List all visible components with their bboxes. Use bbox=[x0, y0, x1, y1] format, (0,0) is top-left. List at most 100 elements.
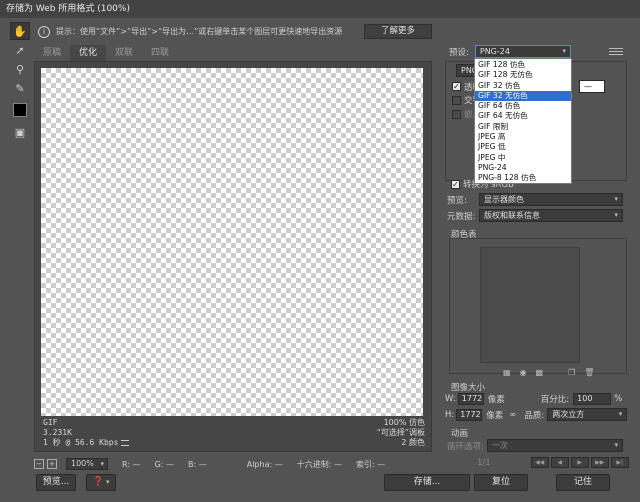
preset-option[interactable]: JPEG 低 bbox=[475, 142, 571, 152]
info-icon: i bbox=[38, 25, 50, 38]
preset-option-selected[interactable]: GIF 32 无仿色 bbox=[475, 90, 571, 102]
status-bar: − + 100% ▾ R: — G: — B: — Alpha: — 十六进制: … bbox=[34, 457, 432, 471]
transparent-canvas[interactable] bbox=[41, 68, 423, 416]
link-icon[interactable]: ∞ bbox=[509, 410, 516, 420]
height-input[interactable]: 1772 bbox=[456, 408, 483, 421]
learn-more-button[interactable]: 了解更多 bbox=[363, 24, 432, 39]
tab-original[interactable]: 原稿 bbox=[34, 45, 70, 61]
chevron-down-icon: ▾ bbox=[103, 478, 110, 486]
hex-readout: 十六进制: — bbox=[296, 459, 342, 469]
optimization-info: GIF 3.231K 1 秒 @ 56.6 Kbps bbox=[43, 418, 130, 448]
chevron-down-icon: ▾ bbox=[100, 460, 104, 468]
hint-bar: i 提示：使用“文件”>“导出”>“导出为…”或右键单击某个图层可更快速地导出资… bbox=[38, 23, 432, 40]
preset-label: 预设: bbox=[449, 47, 469, 58]
optimize-menu-icon[interactable] bbox=[608, 48, 623, 55]
chevron-down-icon: ▾ bbox=[614, 441, 618, 449]
red-readout: R: — bbox=[122, 459, 141, 469]
width-label: W: bbox=[445, 394, 456, 404]
color-count: 2 颜色 bbox=[401, 438, 425, 447]
zoom-select[interactable]: 100% ▾ bbox=[66, 458, 108, 470]
zoom-in-icon[interactable]: + bbox=[47, 459, 57, 469]
palette-info: 100% 仿色 “可选择”调板 2 颜色 bbox=[377, 418, 425, 448]
play-icon[interactable]: ▶ bbox=[570, 457, 589, 468]
preset-option[interactable]: JPEG 高 bbox=[475, 132, 571, 142]
bottom-bar: 预览... ❓ ▾ 存储... 复位 记住 bbox=[0, 474, 640, 498]
color-table-grid[interactable] bbox=[480, 247, 580, 363]
output-format: GIF bbox=[43, 418, 58, 427]
quality-select[interactable]: 两次立方 ▾ bbox=[547, 408, 628, 421]
dither-info: 100% 仿色 bbox=[383, 418, 425, 427]
width-unit: 像素 bbox=[487, 395, 505, 405]
animation-label: 动画 bbox=[451, 429, 469, 439]
web-snap-icon[interactable]: ◉ bbox=[520, 368, 527, 377]
tab-optimized[interactable]: 优化 bbox=[70, 45, 107, 61]
preset-select[interactable]: PNG-24 ▾ bbox=[474, 45, 571, 58]
hand-tool-icon[interactable]: ✋ bbox=[10, 22, 30, 40]
matte-color-select[interactable]: — bbox=[579, 80, 606, 93]
transparency-checkbox[interactable]: ✓ bbox=[452, 82, 461, 91]
lock-color-icon[interactable]: ▩ bbox=[536, 368, 544, 377]
view-tabs: 原稿 优化 双联 四联 bbox=[34, 45, 178, 61]
palette-type: “可选择”调板 bbox=[376, 428, 425, 437]
frame-counter: 1/1 bbox=[477, 457, 491, 468]
convert-srgb-checkbox[interactable]: ✓ bbox=[451, 179, 460, 189]
preset-option[interactable]: GIF 128 无仿色 bbox=[475, 70, 571, 80]
download-speed: 1 秒 @ 56.6 Kbps bbox=[43, 438, 119, 447]
alpha-readout: Alpha: — bbox=[246, 459, 283, 469]
preset-option[interactable]: GIF 32 仿色 bbox=[475, 81, 571, 91]
slice-select-tool-icon[interactable]: ➚ bbox=[10, 41, 30, 59]
blue-readout: B: — bbox=[188, 459, 207, 469]
new-color-icon[interactable]: ❐ bbox=[568, 368, 575, 377]
toolbox: ✋ ➚ ⚲ ✎ ▣ bbox=[8, 22, 32, 139]
preset-option[interactable]: JPEG 中 bbox=[475, 153, 571, 163]
metadata-label: 元数据: bbox=[447, 211, 476, 222]
chevron-down-icon: ▾ bbox=[614, 195, 618, 203]
tab-2-up[interactable]: 双联 bbox=[106, 45, 142, 61]
percent-unit: % bbox=[614, 394, 623, 404]
preset-option[interactable]: GIF 128 仿色 bbox=[475, 60, 571, 70]
width-input[interactable]: 1772 bbox=[457, 393, 484, 405]
preset-option[interactable]: PNG-24 bbox=[475, 163, 571, 173]
percent-input[interactable]: 100 bbox=[573, 393, 612, 405]
chevron-down-icon: ▾ bbox=[614, 211, 618, 219]
browser-select[interactable]: ❓ ▾ bbox=[86, 474, 116, 491]
remember-button[interactable]: 记住 bbox=[556, 474, 610, 491]
speed-menu-icon[interactable] bbox=[121, 439, 130, 446]
eyedropper-color-swatch[interactable] bbox=[13, 103, 27, 117]
quality-label: 品质: bbox=[524, 410, 545, 421]
loop-select[interactable]: 一次 ▾ bbox=[487, 439, 623, 452]
toggle-slices-icon[interactable]: ▣ bbox=[10, 123, 30, 141]
eyedropper-tool-icon[interactable]: ✎ bbox=[10, 79, 30, 97]
output-size: 3.231K bbox=[43, 428, 72, 437]
next-frame-icon[interactable]: ▶▶ bbox=[590, 457, 609, 468]
index-readout: 索引: — bbox=[355, 459, 386, 469]
browser-icon: ❓ bbox=[92, 477, 104, 487]
embed-profile-checkbox[interactable] bbox=[452, 109, 461, 119]
metadata-select[interactable]: 版权和联系信息 ▾ bbox=[479, 209, 623, 222]
zoom-tool-icon[interactable]: ⚲ bbox=[10, 60, 30, 78]
zoom-out-icon[interactable]: − bbox=[34, 459, 44, 469]
interlaced-checkbox[interactable] bbox=[452, 95, 461, 105]
reset-button[interactable]: 复位 bbox=[474, 474, 528, 491]
preset-option[interactable]: GIF 64 无仿色 bbox=[475, 111, 571, 121]
preview-mode-label: 预览: bbox=[447, 195, 467, 206]
preview-mode-select[interactable]: 显示器颜色 ▾ bbox=[479, 193, 623, 206]
window-title: 存储为 Web 所用格式 (100%) bbox=[0, 0, 640, 18]
delete-color-icon[interactable]: 🗑 bbox=[584, 368, 594, 377]
preset-dropdown-list: GIF 128 仿色 GIF 128 无仿色 GIF 32 仿色 GIF 32 … bbox=[474, 58, 572, 184]
green-readout: G: — bbox=[154, 459, 174, 469]
preset-option[interactable]: PNG-8 128 仿色 bbox=[475, 173, 571, 183]
preset-option[interactable]: GIF 64 仿色 bbox=[475, 101, 571, 111]
preview-frame: GIF 3.231K 1 秒 @ 56.6 Kbps 100% 仿色 “可选择”… bbox=[34, 61, 432, 452]
prev-frame-icon[interactable]: ◀ bbox=[550, 457, 569, 468]
save-button[interactable]: 存储... bbox=[384, 474, 470, 491]
first-frame-icon[interactable]: ◀◀ bbox=[530, 457, 549, 468]
height-label: H: bbox=[445, 409, 455, 420]
color-table bbox=[449, 238, 627, 374]
preset-option[interactable]: GIF 限制 bbox=[475, 122, 571, 132]
tab-4-up[interactable]: 四联 bbox=[142, 45, 178, 61]
hint-text: 提示：使用“文件”>“导出”>“导出为…”或右键单击某个图层可更快速地导出资源 bbox=[56, 27, 343, 36]
preview-button[interactable]: 预览... bbox=[36, 474, 76, 491]
last-frame-icon[interactable]: ▶| bbox=[610, 457, 629, 468]
map-transparency-icon[interactable]: ▦ bbox=[503, 368, 511, 377]
